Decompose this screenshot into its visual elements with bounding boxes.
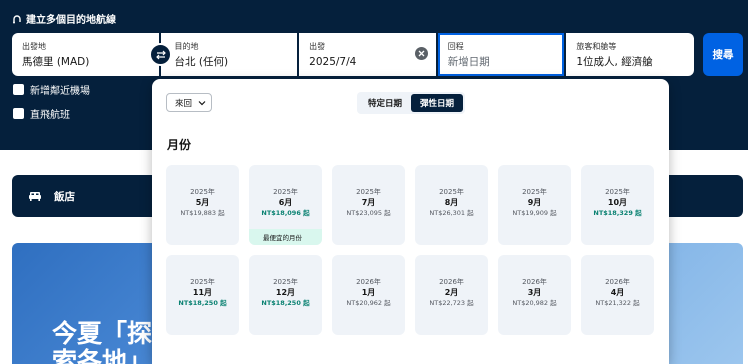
swap-locations-button[interactable] [149, 43, 172, 66]
month-card-price: NT$18,329 起 [593, 209, 642, 217]
month-card[interactable]: 2025年 10月 NT$18,329 起 [581, 165, 654, 245]
search-button[interactable]: 搜尋 [703, 33, 743, 76]
month-card-year: 2025年 [190, 188, 215, 196]
month-card-price: NT$18,250 起 [261, 299, 310, 307]
nearby-airports-label: 新增鄰近機場 [30, 86, 90, 97]
month-card-month: 8月 [444, 198, 459, 207]
tab-specific-dates[interactable]: 特定日期 [359, 94, 411, 112]
month-card-month: 2月 [444, 288, 459, 297]
cheapest-month-badge: 最便宜的月份 [249, 229, 322, 245]
month-card[interactable]: 2025年 6月 NT$18,096 起 最便宜的月份 [249, 165, 322, 245]
month-card-month: 7月 [361, 198, 376, 207]
multi-city-label: 建立多個目的地航線 [26, 15, 116, 26]
month-card-price: NT$22,723 起 [429, 299, 474, 307]
bed-icon [29, 192, 41, 201]
month-card-price: NT$19,883 起 [180, 209, 225, 217]
month-card[interactable]: 2026年 2月 NT$22,723 起 [415, 255, 488, 335]
month-card-price: NT$20,982 起 [512, 299, 557, 307]
multi-city-link[interactable]: 建立多個目的地航線 [12, 11, 116, 26]
month-card-month: 12月 [275, 288, 296, 297]
month-card-year: 2025年 [522, 188, 547, 196]
depart-value: 2025/7/4 [309, 56, 357, 68]
month-card-month: 4月 [610, 288, 625, 297]
month-card-price: NT$23,095 起 [346, 209, 391, 217]
month-card-month: 6月 [278, 198, 293, 207]
month-card-year: 2026年 [439, 278, 464, 286]
month-card-price: NT$19,909 起 [512, 209, 557, 217]
month-card-price: NT$18,250 起 [178, 299, 227, 307]
travellers-value: 1位成人, 經濟艙 [576, 56, 653, 68]
month-card-month: 3月 [527, 288, 542, 297]
promo-title: 今夏「探索各地」 [52, 319, 153, 364]
month-card-year: 2026年 [356, 278, 381, 286]
swap-icon [155, 50, 166, 59]
month-card-year: 2025年 [190, 278, 215, 286]
months-heading: 月份 [167, 138, 192, 152]
month-card-price: NT$21,322 起 [595, 299, 640, 307]
month-card-year: 2026年 [522, 278, 547, 286]
month-card-year: 2025年 [356, 188, 381, 196]
month-card[interactable]: 2025年 12月 NT$18,250 起 [249, 255, 322, 335]
month-card-year: 2026年 [605, 278, 630, 286]
month-card-year: 2025年 [605, 188, 630, 196]
month-card[interactable]: 2026年 3月 NT$20,982 起 [498, 255, 571, 335]
month-card[interactable]: 2026年 4月 NT$21,322 起 [581, 255, 654, 335]
origin-value: 馬德里 (MAD) [22, 56, 90, 68]
trip-type-select[interactable]: 來回 [166, 93, 212, 112]
depart-date-field[interactable]: 出發 2025/7/4 [299, 33, 436, 76]
month-card-month: 9月 [527, 198, 542, 207]
month-card-price: NT$26,301 起 [429, 209, 474, 217]
destination-label: 目的地 [174, 42, 199, 51]
month-card[interactable]: 2026年 1月 NT$20,962 起 [332, 255, 405, 335]
month-card-month: 5月 [195, 198, 210, 207]
month-card-month: 1月 [361, 288, 376, 297]
direct-flights-checkbox[interactable] [13, 108, 24, 119]
return-label: 回程 [447, 42, 464, 51]
direct-flights-option[interactable]: 直飛航班 [13, 106, 70, 121]
month-card-year: 2025年 [439, 188, 464, 196]
clear-depart-button[interactable] [414, 47, 428, 60]
month-card-year: 2025年 [273, 188, 298, 196]
travellers-cabin-field[interactable]: 旅客和艙等 1位成人, 經濟艙 [566, 33, 694, 76]
return-placeholder: 新增日期 [447, 56, 490, 68]
destination-field[interactable]: 目的地 台北 (任何) [160, 33, 298, 76]
travellers-label: 旅客和艙等 [576, 42, 617, 51]
date-mode-toggle: 特定日期 彈性日期 [357, 92, 466, 114]
multi-city-icon [13, 14, 21, 23]
return-date-field[interactable]: 回程 新增日期 [437, 33, 565, 76]
close-icon [418, 50, 425, 57]
flexible-date-picker: 來回 特定日期 彈性日期 月份 2025年 5月 NT$19,883 起 202… [152, 79, 669, 364]
tab-flexible-dates[interactable]: 彈性日期 [411, 94, 464, 112]
origin-label: 出發地 [22, 42, 46, 51]
month-card[interactable]: 2025年 7月 NT$23,095 起 [332, 165, 405, 245]
direct-flights-label: 直飛航班 [30, 110, 70, 121]
nearby-airports-option[interactable]: 新增鄰近機場 [13, 82, 90, 97]
nearby-airports-checkbox[interactable] [13, 84, 24, 95]
trip-type-value: 來回 [175, 98, 193, 109]
month-card[interactable]: 2025年 8月 NT$26,301 起 [415, 165, 488, 245]
month-card[interactable]: 2025年 9月 NT$19,909 起 [498, 165, 571, 245]
month-card-price: NT$18,096 起 [261, 209, 310, 217]
month-card[interactable]: 2025年 5月 NT$19,883 起 [166, 165, 239, 245]
month-card-month: 11月 [192, 288, 213, 297]
hotel-label: 飯店 [54, 190, 75, 203]
origin-field[interactable]: 出發地 馬德里 (MAD) [12, 33, 159, 76]
chevron-down-icon [198, 100, 206, 105]
flight-search-bar: 出發地 馬德里 (MAD) 目的地 台北 (任何) 出發 2025/7/4 回程… [12, 33, 694, 76]
destination-value: 台北 (任何) [174, 56, 229, 68]
month-card-month: 10月 [607, 198, 628, 207]
month-card-year: 2025年 [273, 278, 298, 286]
depart-label: 出發 [309, 42, 326, 51]
month-card-price: NT$20,962 起 [346, 299, 391, 307]
month-card[interactable]: 2025年 11月 NT$18,250 起 [166, 255, 239, 335]
